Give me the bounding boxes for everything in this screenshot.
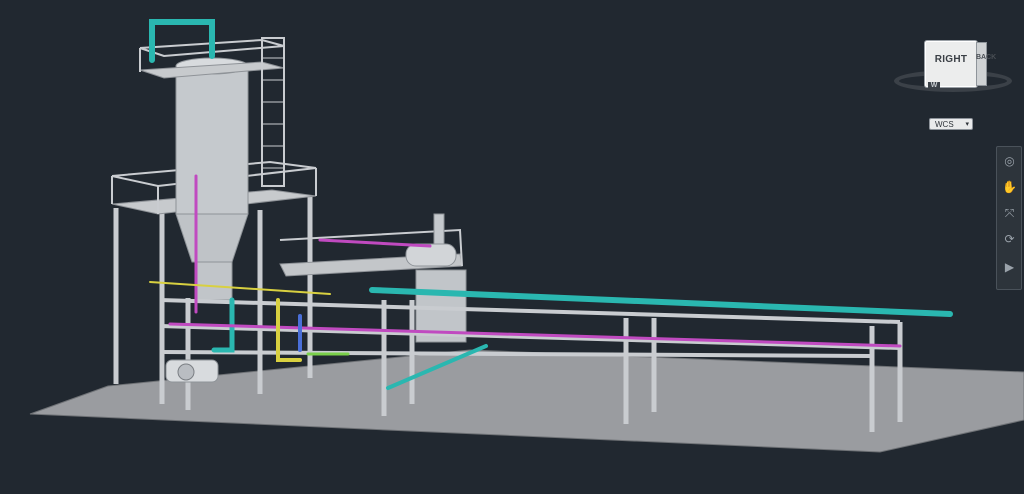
compass-west-label[interactable]: W [928,82,940,89]
ucs-menu-button[interactable]: WCS ▾ [929,118,973,130]
pump-equipment [165,359,219,383]
viewcube-face-label: RIGHT [934,54,968,65]
viewcube-side-label: BACK [976,54,997,61]
column-vessel [175,57,249,301]
ucs-label: WCS [935,120,954,129]
viewcube-right-face[interactable]: RIGHT [924,40,978,88]
plant-3d-model[interactable] [0,0,1024,494]
navigation-bar: ◎ ✋ ⤧ ⟳ ▶ [996,146,1022,290]
show-motion-icon[interactable]: ▶ [1000,259,1019,276]
chevron-down-icon: ▾ [965,121,969,128]
viewcube[interactable]: RIGHT BACK W [890,34,1018,96]
orbit-icon[interactable]: ⟳ [1000,231,1019,248]
zoom-extents-icon[interactable]: ⤧ [1000,205,1019,222]
process-pipes [149,19,953,390]
pan-hand-icon[interactable]: ✋ [1000,179,1019,196]
steering-wheel-icon[interactable]: ◎ [1000,153,1019,170]
viewcube-back-face[interactable]: BACK [976,42,997,86]
model-viewport[interactable]: RIGHT BACK W WCS ▾ ◎ ✋ ⤧ ⟳ ▶ [0,0,1024,494]
